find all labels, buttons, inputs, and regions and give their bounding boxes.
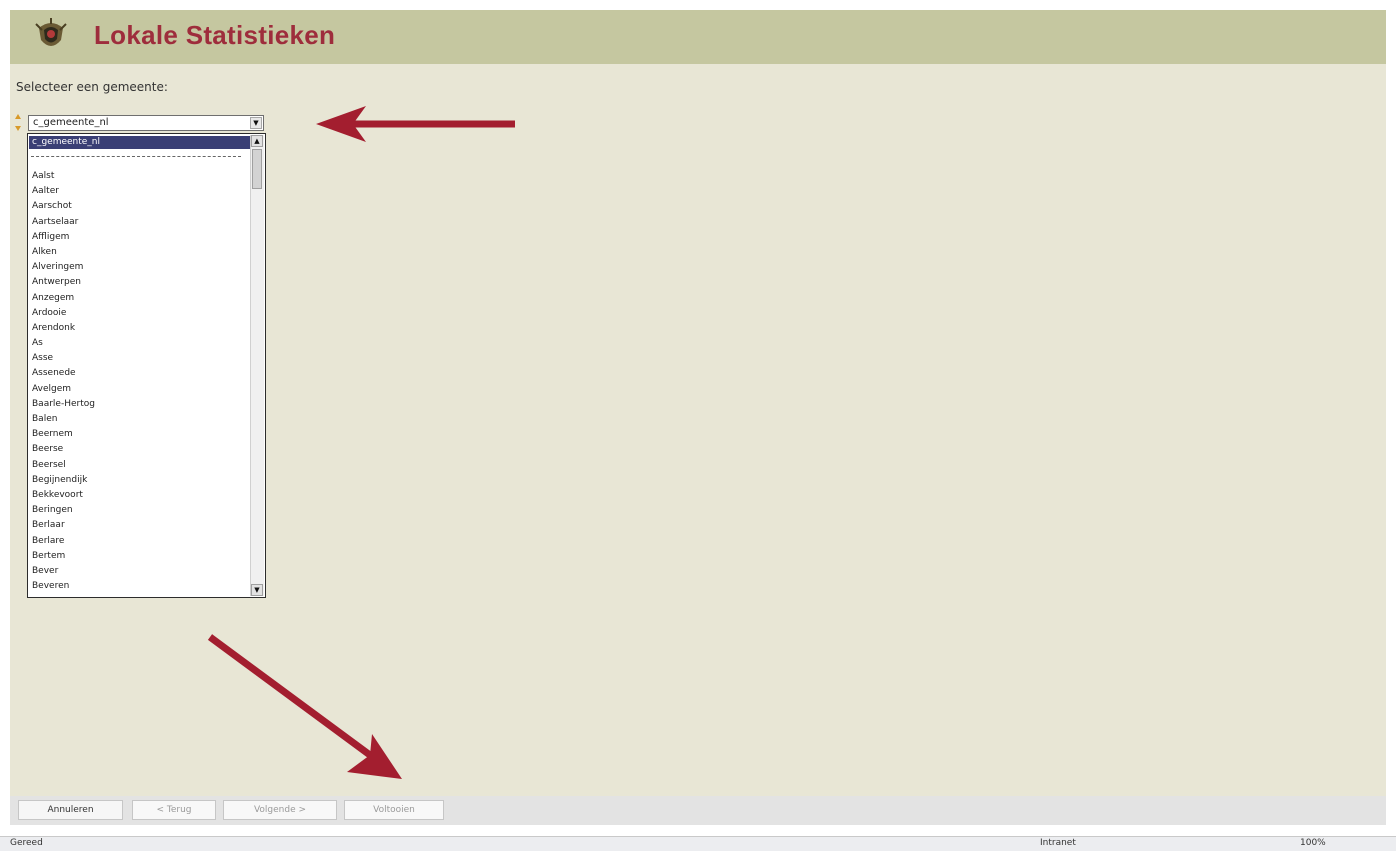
list-item[interactable]: Aalter [32,184,95,199]
list-item[interactable]: Beringen [32,503,95,518]
back-button[interactable]: < Terug [132,800,216,820]
list-item[interactable]: Asse [32,351,95,366]
select-prompt-label: Selecteer een gemeente: [16,80,168,94]
status-text: Gereed [10,838,43,848]
list-item[interactable]: Aartselaar [32,215,95,230]
list-item[interactable]: Assenede [32,366,95,381]
list-item[interactable]: Aalst [32,169,95,184]
selected-option[interactable]: c_gemeente_nl [29,136,251,149]
scroll-down-icon[interactable]: ▼ [251,584,263,596]
list-item[interactable]: Baarle-Hertog [32,397,95,412]
list-item[interactable]: Alken [32,245,95,260]
list-item[interactable]: Arendonk [32,321,95,336]
list-item[interactable]: Ardooie [32,306,95,321]
list-item[interactable]: Beveren [32,579,95,594]
list-item[interactable]: Beersel [32,458,95,473]
gemeente-select[interactable]: c_gemeente_nl ▼ [28,115,264,131]
list-item[interactable]: Avelgem [32,382,95,397]
list-item[interactable]: Begijnendijk [32,473,95,488]
list-item[interactable]: Alveringem [32,260,95,275]
app-title: Lokale Statistieken [94,20,336,50]
app-header: Lokale Statistieken [10,10,1386,64]
list-item[interactable]: Bertem [32,549,95,564]
next-button[interactable]: Volgende > [223,800,337,820]
coat-of-arms-icon [35,18,67,46]
scroll-up-icon[interactable]: ▲ [251,135,263,147]
list-item[interactable]: Berlare [32,534,95,549]
security-zone: Intranet [1040,838,1076,848]
gemeente-select-value: c_gemeente_nl [33,117,109,128]
list-item[interactable]: Beernem [32,427,95,442]
annotation-arrow-left-icon [316,106,515,142]
dropdown-arrow-icon[interactable]: ▼ [250,117,262,129]
wizard-button-bar: Annuleren < Terug Volgende > Voltooien [10,796,1386,825]
list-item[interactable]: Bekkevoort [32,488,95,503]
list-item[interactable]: As [32,336,95,351]
list-item[interactable]: Beerse [32,442,95,457]
list-item[interactable]: Balen [32,412,95,427]
list-item[interactable]: Aarschot [32,199,95,214]
annotation-arrow-down-right-icon [207,634,402,779]
scroll-thumb[interactable] [252,149,262,189]
list-item[interactable]: Bever [32,564,95,579]
cancel-button[interactable]: Annuleren [18,800,123,820]
list-item[interactable]: Berlaar [32,518,95,533]
gemeente-dropdown-list[interactable]: c_gemeente_nl Aalst Aalter Aarschot Aartsel… [27,133,266,598]
zoom-level[interactable]: 100% [1300,838,1326,848]
list-item[interactable]: Affligem [32,230,95,245]
option-list: Aalst Aalter Aarschot Aartselaar Affligem Alk… [32,169,95,594]
list-item[interactable]: Antwerpen [32,275,95,290]
option-separator [31,156,241,157]
required-marker-icon [15,114,21,131]
wizard-window: Lokale Statistieken Selecteer een gemeen… [10,10,1386,825]
finish-button[interactable]: Voltooien [344,800,444,820]
list-item[interactable]: Anzegem [32,291,95,306]
browser-status-bar: Gereed Intranet 100% [0,836,1396,851]
list-scrollbar[interactable]: ▲ ▼ [250,135,264,596]
